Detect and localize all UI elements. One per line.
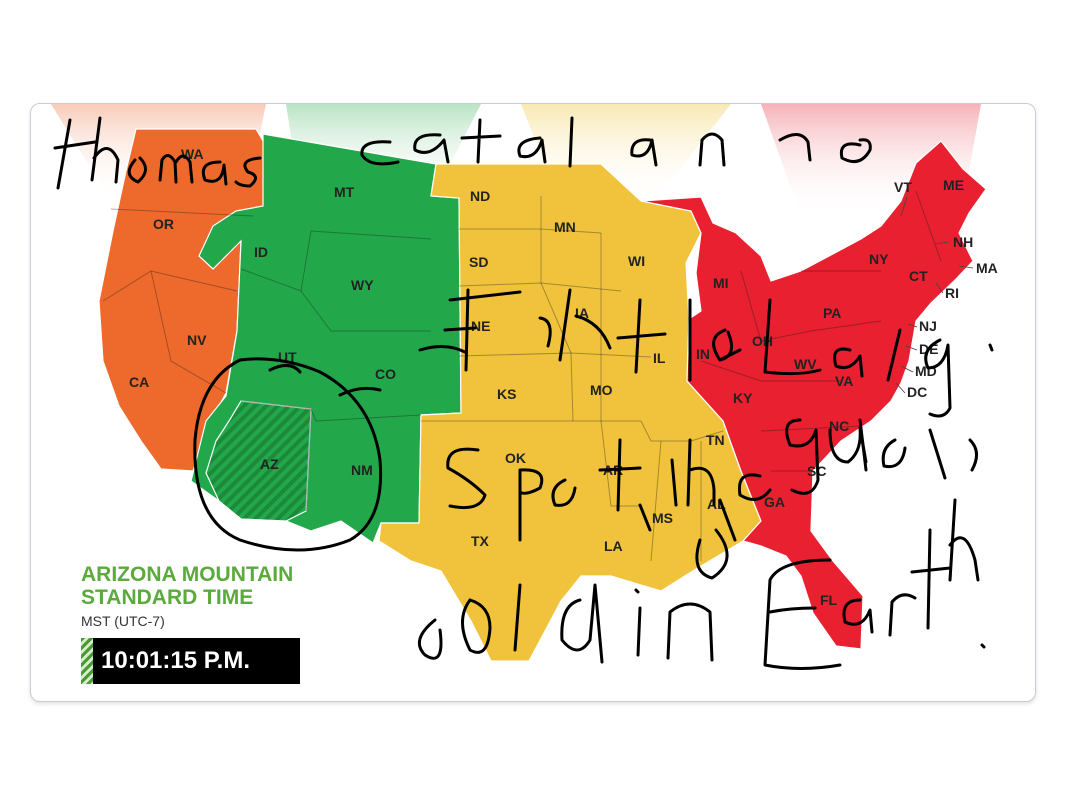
state-label-ks: KS [497,386,516,402]
state-label-wv: WV [794,356,817,372]
zone-utc-offset: MST (UTC-7) [81,613,165,629]
state-label-or: OR [153,216,174,232]
zone-title-line2: STANDARD TIME [81,586,254,609]
state-label-az: AZ [260,456,279,472]
state-label-mn: MN [554,219,576,235]
state-label-il: IL [653,350,666,366]
state-label-wi: WI [628,253,645,269]
state-label-ok: OK [505,450,526,466]
state-label-mt: MT [334,184,355,200]
current-time: 10:01:15 P.M. [101,647,250,674]
state-label-ms: MS [652,510,673,526]
state-label-sd: SD [469,254,488,270]
state-label-ri: RI [945,285,959,301]
current-time-display: 10:01:15 P.M. [81,638,300,684]
state-label-oh: OH [752,333,773,349]
state-label-dc: DC [907,384,927,400]
state-label-nj: NJ [919,318,937,334]
state-label-ny: NY [869,251,889,267]
state-label-la: LA [604,538,623,554]
state-label-fl: FL [820,592,838,608]
zone-legend: ARIZONA MOUNTAIN STANDARD TIME MST (UTC-… [81,563,351,629]
state-label-al: AL [707,496,726,512]
state-label-nd: ND [470,188,490,204]
state-label-vt: VT [894,179,912,195]
state-label-ia: IA [575,305,589,321]
state-label-wa: WA [181,146,204,162]
state-label-ar: AR [603,462,623,478]
state-label-va: VA [835,373,853,389]
state-label-nv: NV [187,332,207,348]
state-label-de: DE [919,341,938,357]
state-label-ma: MA [976,260,998,276]
zone-color-stripe [81,638,93,684]
state-label-sc: SC [807,463,826,479]
state-label-tn: TN [706,432,725,448]
time-zone-map-card: WA OR CA NV ID MT WY UT CO AZ NM ND SD N… [30,103,1036,702]
state-label-in: IN [696,346,710,362]
state-label-me: ME [943,177,964,193]
state-label-nh: NH [953,234,973,250]
state-label-ne: NE [471,318,490,334]
state-label-nc: NC [829,418,849,434]
state-label-tx: TX [471,533,490,549]
zone-title-line1: ARIZONA MOUNTAIN [81,563,294,586]
state-label-nm: NM [351,462,373,478]
state-label-ut: UT [278,349,297,365]
state-label-co: CO [375,366,396,382]
state-label-ky: KY [733,390,753,406]
state-label-mi: MI [713,275,729,291]
state-label-pa: PA [823,305,841,321]
state-label-ga: GA [764,494,785,510]
state-label-md: MD [915,363,937,379]
state-label-wy: WY [351,277,374,293]
state-label-id: ID [254,244,268,260]
state-label-mo: MO [590,382,613,398]
state-label-ca: CA [129,374,149,390]
state-label-ct: CT [909,268,928,284]
